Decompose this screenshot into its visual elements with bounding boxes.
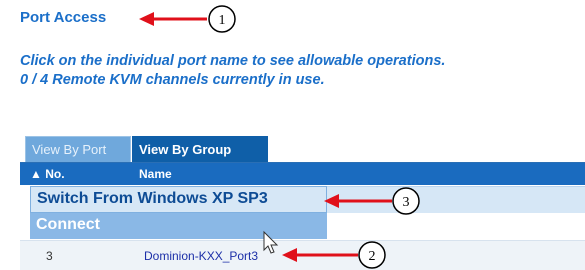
callout-2-number: 2 [369, 249, 376, 264]
port-access-page: Port Access Click on the individual port… [0, 0, 585, 270]
callout-3-arrow [324, 194, 392, 208]
callout-annotations: 1 3 2 [139, 5, 420, 269]
callout-3-number: 3 [403, 195, 410, 210]
mouse-pointer-icon [263, 230, 279, 254]
callout-2-arrow [282, 248, 358, 262]
callout-1-number: 1 [219, 13, 226, 28]
callout-1-arrow [139, 12, 207, 26]
